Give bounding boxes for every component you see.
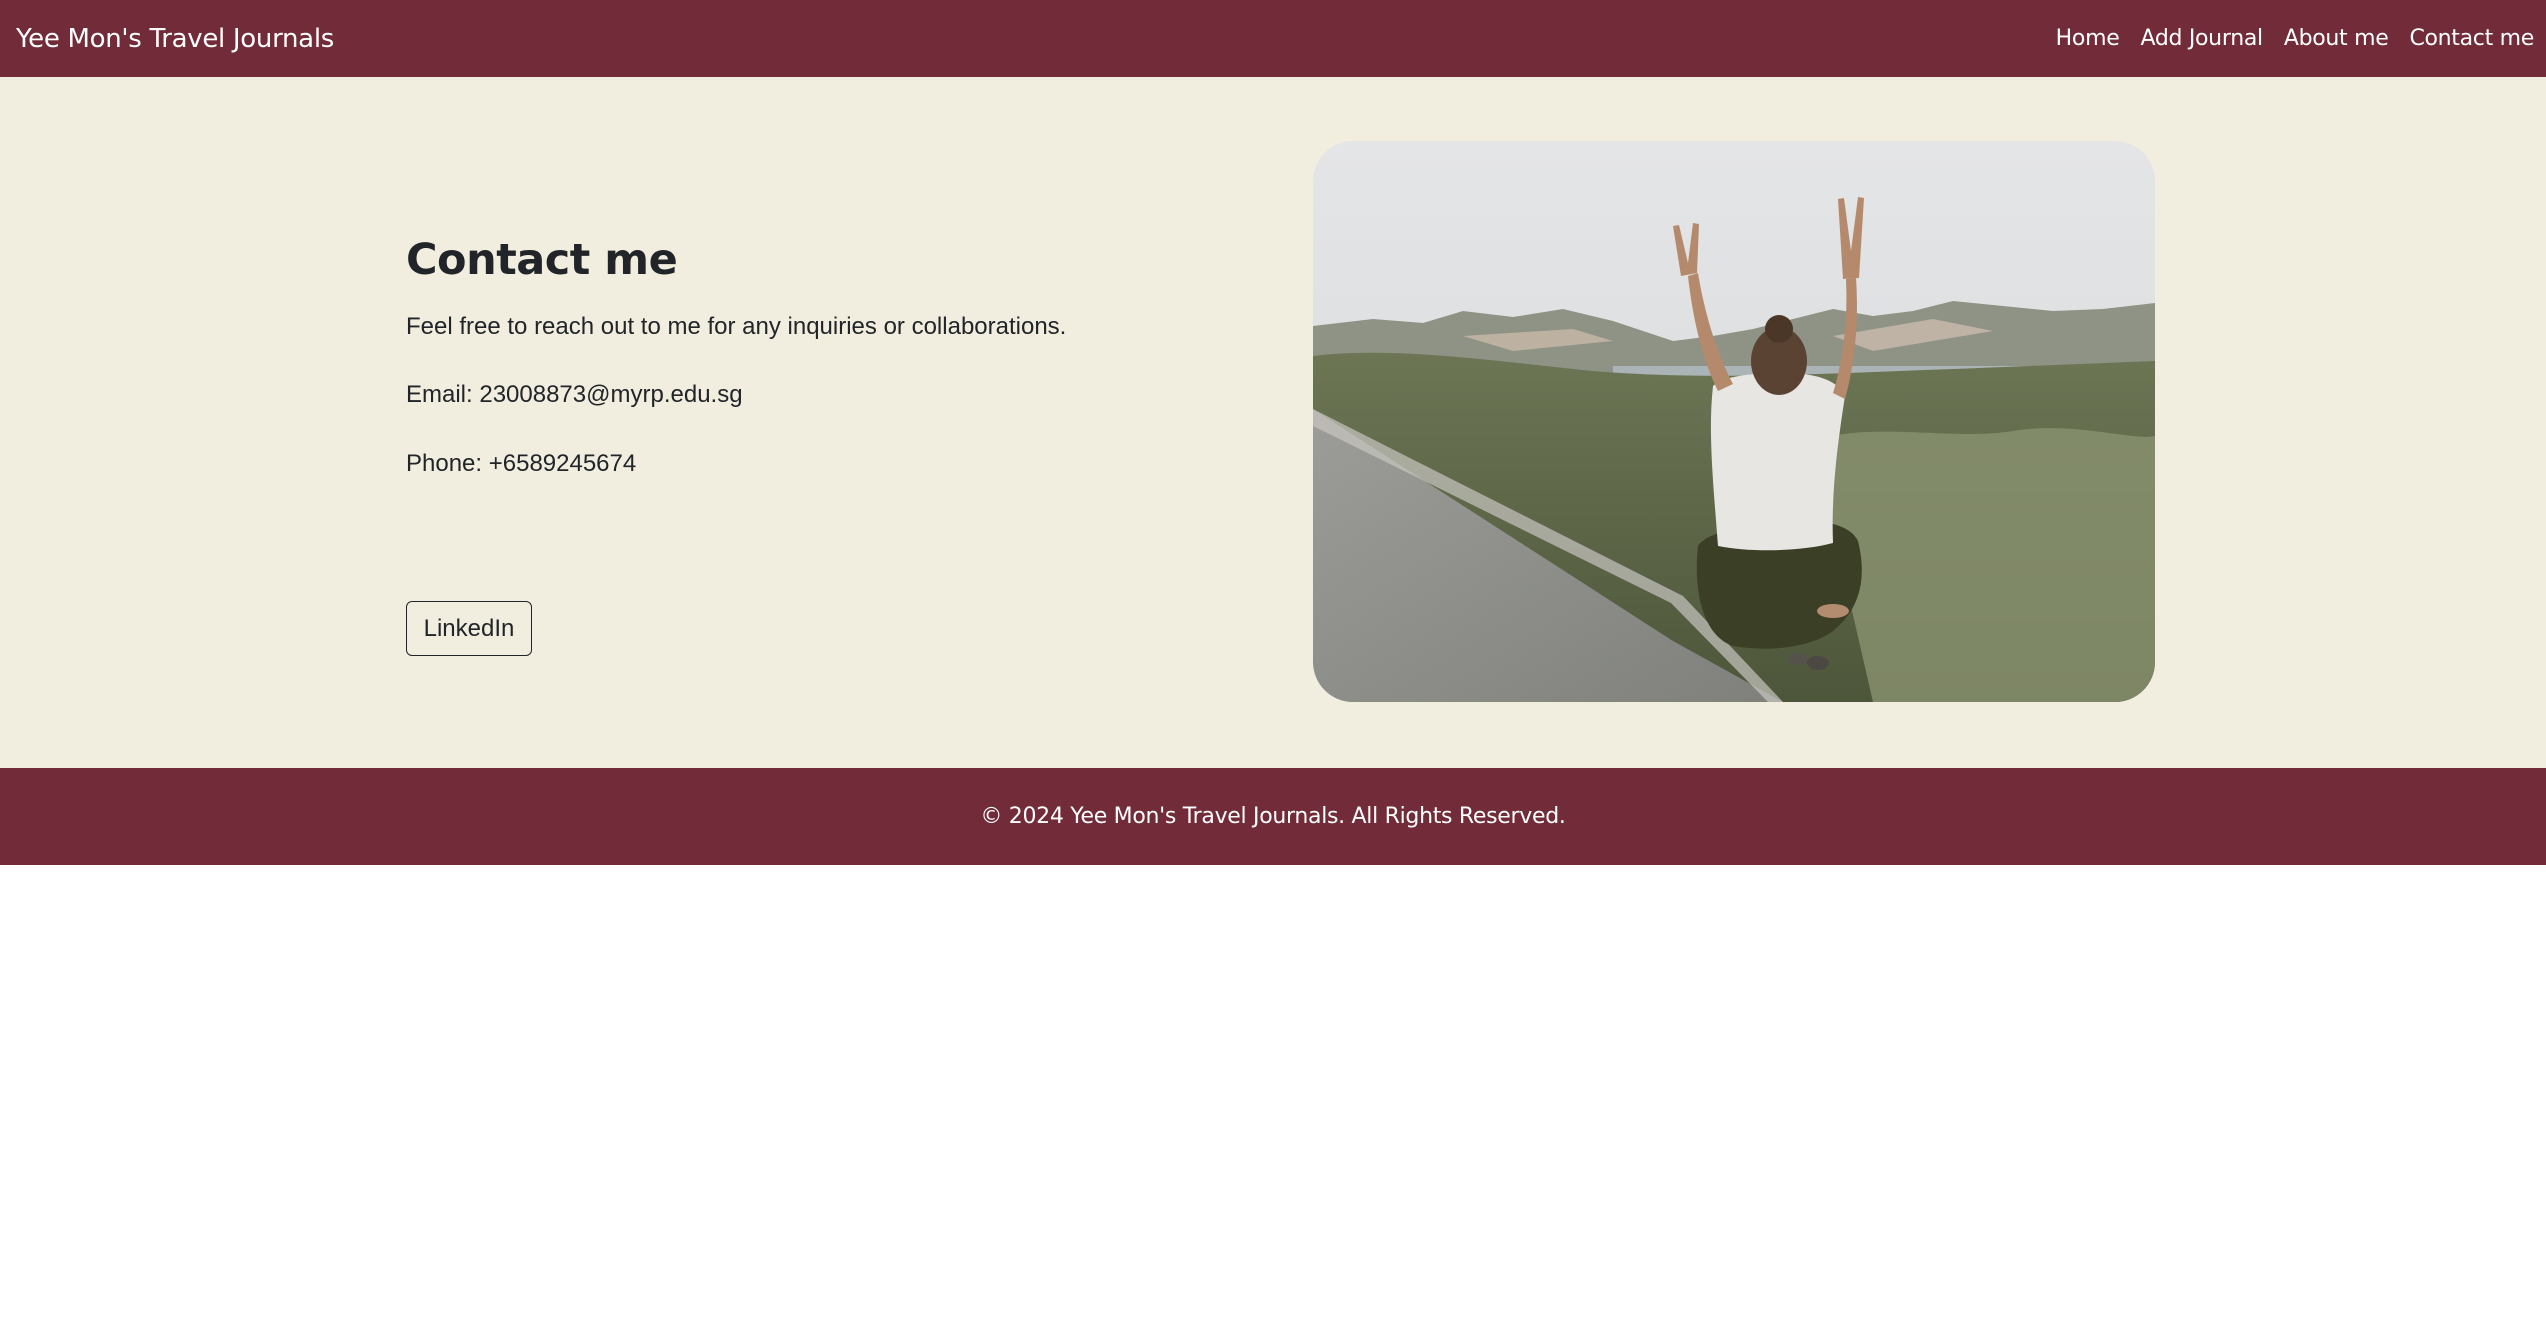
nav-links: Home Add Journal About me Contact me [2035, 26, 2535, 51]
main-section: Contact me Feel free to reach out to me … [0, 77, 2546, 768]
nav-link-home[interactable]: Home [2056, 26, 2120, 51]
navbar: Yee Mon's Travel Journals Home Add Journ… [0, 0, 2546, 77]
hero-photo [1313, 141, 2155, 702]
contact-info: Contact me Feel free to reach out to me … [406, 232, 1066, 656]
nav-link-add-journal[interactable]: Add Journal [2140, 26, 2263, 51]
page-title: Contact me [406, 235, 678, 285]
contact-phone: Phone: +6589245674 [406, 450, 637, 477]
linkedin-button[interactable]: LinkedIn [406, 601, 532, 656]
contact-email: Email: 23008873@myrp.edu.sg [406, 381, 743, 408]
nav-link-about-me[interactable]: About me [2284, 26, 2389, 51]
nav-link-contact-me[interactable]: Contact me [2409, 26, 2534, 51]
copyright-text: © 2024 Yee Mon's Travel Journals. All Ri… [980, 804, 1566, 829]
brand-link[interactable]: Yee Mon's Travel Journals [16, 24, 334, 54]
footer: © 2024 Yee Mon's Travel Journals. All Ri… [0, 768, 2546, 865]
contact-intro: Feel free to reach out to me for any inq… [406, 313, 1067, 340]
